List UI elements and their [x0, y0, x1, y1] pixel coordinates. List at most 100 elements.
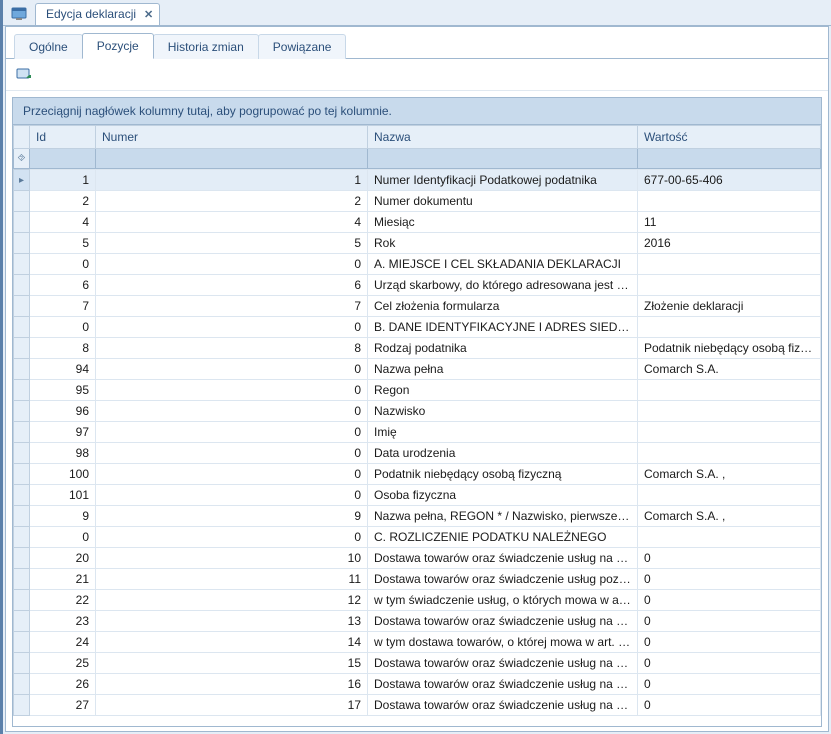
table-row[interactable]: 950Regon [14, 380, 821, 401]
cell-nazwa[interactable]: Cel złożenia formularza [368, 296, 638, 317]
cell-nazwa[interactable]: Rok [368, 233, 638, 254]
cell-wartosc[interactable]: 2016 [638, 233, 821, 254]
cell-numer[interactable]: 0 [96, 317, 368, 338]
cell-nazwa[interactable]: Podatnik niebędący osobą fizyczną [368, 464, 638, 485]
cell-numer[interactable]: 5 [96, 233, 368, 254]
cell-nazwa[interactable]: Nazwa pełna, REGON * / Nazwisko, pierwsz… [368, 506, 638, 527]
cell-id[interactable]: 5 [30, 233, 96, 254]
cell-numer[interactable]: 10 [96, 548, 368, 569]
cell-numer[interactable]: 17 [96, 695, 368, 716]
cell-id[interactable]: 23 [30, 611, 96, 632]
cell-wartosc[interactable] [638, 254, 821, 275]
cell-id[interactable]: 97 [30, 422, 96, 443]
cell-nazwa[interactable]: Data urodzenia [368, 443, 638, 464]
cell-id[interactable]: 26 [30, 674, 96, 695]
table-row[interactable]: 980Data urodzenia [14, 443, 821, 464]
cell-wartosc[interactable]: 0 [638, 548, 821, 569]
close-icon[interactable]: ✕ [144, 8, 153, 21]
cell-wartosc[interactable]: Comarch S.A. , [638, 506, 821, 527]
cell-id[interactable]: 20 [30, 548, 96, 569]
cell-wartosc[interactable] [638, 317, 821, 338]
cell-nazwa[interactable]: Dostawa towarów oraz świadczenie usług n… [368, 674, 638, 695]
cell-wartosc[interactable] [638, 422, 821, 443]
tab-related[interactable]: Powiązane [258, 34, 347, 59]
cell-id[interactable]: 101 [30, 485, 96, 506]
cell-id[interactable]: 0 [30, 527, 96, 548]
table-row[interactable]: 2616Dostawa towarów oraz świadczenie usł… [14, 674, 821, 695]
cell-id[interactable]: 0 [30, 317, 96, 338]
filter-nazwa[interactable] [368, 149, 638, 169]
cell-numer[interactable]: 0 [96, 401, 368, 422]
cell-numer[interactable]: 0 [96, 254, 368, 275]
cell-numer[interactable]: 13 [96, 611, 368, 632]
cell-wartosc[interactable] [638, 191, 821, 212]
cell-numer[interactable]: 0 [96, 443, 368, 464]
cell-nazwa[interactable]: Numer dokumentu [368, 191, 638, 212]
cell-nazwa[interactable]: C. ROZLICZENIE PODATKU NALEŻNEGO [368, 527, 638, 548]
cell-wartosc[interactable]: 677-00-65-406 [638, 170, 821, 191]
cell-id[interactable]: 6 [30, 275, 96, 296]
cell-nazwa[interactable]: Dostawa towarów oraz świadczenie usług p… [368, 569, 638, 590]
table-row[interactable]: 940Nazwa pełnaComarch S.A. [14, 359, 821, 380]
cell-id[interactable]: 4 [30, 212, 96, 233]
cell-nazwa[interactable]: A. MIEJSCE I CEL SKŁADANIA DEKLARACJI [368, 254, 638, 275]
cell-nazwa[interactable]: Miesiąc [368, 212, 638, 233]
cell-id[interactable]: 22 [30, 590, 96, 611]
cell-id[interactable]: 95 [30, 380, 96, 401]
filter-wartosc[interactable] [638, 149, 821, 169]
cell-wartosc[interactable] [638, 485, 821, 506]
cell-nazwa[interactable]: Urząd skarbowy, do którego adresowana je… [368, 275, 638, 296]
cell-wartosc[interactable] [638, 380, 821, 401]
tab-history[interactable]: Historia zmian [153, 34, 259, 59]
cell-nazwa[interactable]: Osoba fizyczna [368, 485, 638, 506]
tab-general[interactable]: Ogólne [14, 34, 83, 59]
document-tab[interactable]: Edycja deklaracji ✕ [35, 3, 160, 25]
cell-id[interactable]: 7 [30, 296, 96, 317]
cell-id[interactable]: 2 [30, 191, 96, 212]
cell-wartosc[interactable]: Podatnik niebędący osobą fizyczną [638, 338, 821, 359]
cell-id[interactable]: 1 [30, 170, 96, 191]
cell-numer[interactable]: 0 [96, 464, 368, 485]
table-row[interactable]: 2717Dostawa towarów oraz świadczenie usł… [14, 695, 821, 716]
grid-body[interactable]: ▸11Numer Identyfikacji Podatkowej podatn… [13, 169, 821, 726]
table-row[interactable]: 2414w tym dostawa towarów, o której mowa… [14, 632, 821, 653]
cell-numer[interactable]: 14 [96, 632, 368, 653]
table-row[interactable]: ▸11Numer Identyfikacji Podatkowej podatn… [14, 170, 821, 191]
cell-nazwa[interactable]: Dostawa towarów oraz świadczenie usług n… [368, 695, 638, 716]
cell-nazwa[interactable]: Rodzaj podatnika [368, 338, 638, 359]
cell-wartosc[interactable]: 0 [638, 569, 821, 590]
table-row[interactable]: 2111Dostawa towarów oraz świadczenie usł… [14, 569, 821, 590]
cell-numer[interactable]: 0 [96, 422, 368, 443]
cell-nazwa[interactable]: Nazwisko [368, 401, 638, 422]
cell-numer[interactable]: 1 [96, 170, 368, 191]
cell-nazwa[interactable]: Nazwa pełna [368, 359, 638, 380]
group-panel[interactable]: Przeciągnij nagłówek kolumny tutaj, aby … [13, 98, 821, 125]
cell-nazwa[interactable]: w tym dostawa towarów, o której mowa w a… [368, 632, 638, 653]
table-row[interactable]: 970Imię [14, 422, 821, 443]
cell-numer[interactable]: 6 [96, 275, 368, 296]
cell-wartosc[interactable]: 0 [638, 611, 821, 632]
cell-id[interactable]: 21 [30, 569, 96, 590]
cell-wartosc[interactable]: 0 [638, 590, 821, 611]
refresh-button[interactable] [14, 65, 34, 83]
table-row[interactable]: 1010Osoba fizyczna [14, 485, 821, 506]
table-row[interactable]: 00A. MIEJSCE I CEL SKŁADANIA DEKLARACJI [14, 254, 821, 275]
cell-wartosc[interactable]: 0 [638, 632, 821, 653]
table-row[interactable]: 960Nazwisko [14, 401, 821, 422]
cell-nazwa[interactable]: Dostawa towarów oraz świadczenie usług n… [368, 548, 638, 569]
column-header-numer[interactable]: Numer [96, 126, 368, 149]
table-row[interactable]: 88Rodzaj podatnikaPodatnik niebędący oso… [14, 338, 821, 359]
cell-nazwa[interactable]: B. DANE IDENTYFIKACYJNE I ADRES SIEDZIBY… [368, 317, 638, 338]
cell-id[interactable]: 25 [30, 653, 96, 674]
table-row[interactable]: 1000Podatnik niebędący osobą fizycznąCom… [14, 464, 821, 485]
cell-wartosc[interactable]: 0 [638, 695, 821, 716]
cell-numer[interactable]: 0 [96, 485, 368, 506]
cell-wartosc[interactable]: 0 [638, 653, 821, 674]
table-row[interactable]: 77Cel złożenia formularzaZłożenie deklar… [14, 296, 821, 317]
cell-id[interactable]: 8 [30, 338, 96, 359]
table-row[interactable]: 99Nazwa pełna, REGON * / Nazwisko, pierw… [14, 506, 821, 527]
table-row[interactable]: 00C. ROZLICZENIE PODATKU NALEŻNEGO [14, 527, 821, 548]
table-row[interactable]: 2212w tym świadczenie usług, o których m… [14, 590, 821, 611]
table-row[interactable]: 22Numer dokumentu [14, 191, 821, 212]
table-row[interactable]: 66Urząd skarbowy, do którego adresowana … [14, 275, 821, 296]
